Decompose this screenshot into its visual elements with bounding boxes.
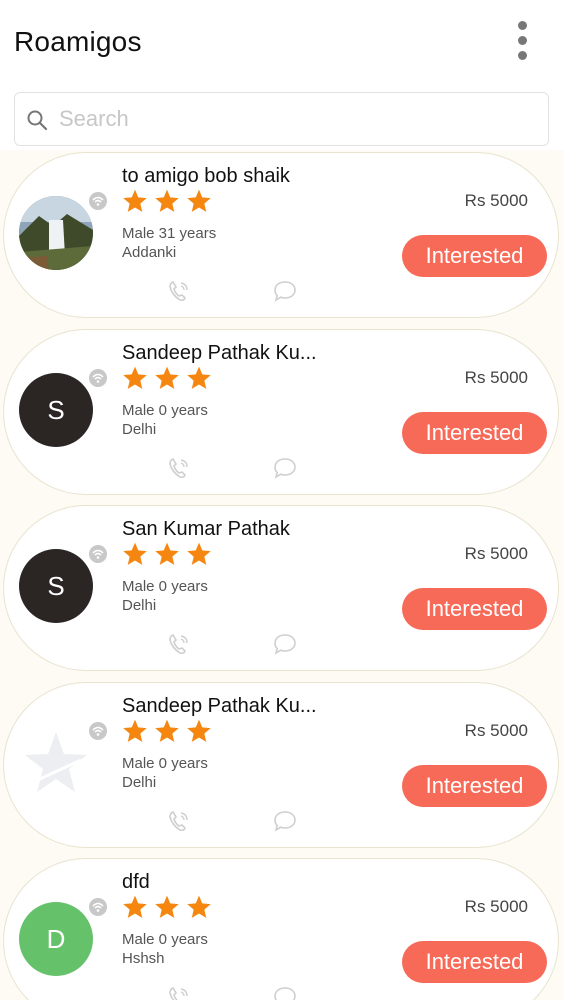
- interested-button[interactable]: Interested: [402, 588, 547, 630]
- call-icon[interactable]: [166, 455, 192, 481]
- avatar: D: [19, 902, 93, 976]
- star-icon: [123, 719, 147, 742]
- amigo-card[interactable]: Sandeep Pathak Ku... Male 0 years Delhi …: [3, 682, 559, 848]
- price: Rs 5000: [464, 368, 528, 387]
- interested-button[interactable]: Interested: [402, 235, 547, 277]
- chat-icon[interactable]: [272, 632, 298, 656]
- app-bar: Roamigos: [0, 0, 563, 88]
- amigo-name: Sandeep Pathak Ku...: [122, 695, 317, 717]
- more-vert-icon[interactable]: [506, 18, 538, 62]
- star-icon: [123, 895, 147, 918]
- rating-stars: [122, 188, 212, 214]
- chat-icon[interactable]: [272, 985, 298, 1000]
- rating-stars: [122, 365, 212, 391]
- search-input[interactable]: [59, 101, 529, 137]
- amigo-name: to amigo bob shaik: [122, 165, 290, 187]
- wifi-icon: [89, 722, 107, 740]
- gender-age: Male 0 years: [122, 578, 208, 595]
- interested-button[interactable]: Interested: [402, 941, 547, 983]
- avatar: [19, 196, 93, 270]
- wifi-icon: [89, 369, 107, 387]
- avatar-placeholder: [19, 726, 93, 800]
- interested-button[interactable]: Interested: [402, 765, 547, 807]
- interested-button[interactable]: Interested: [402, 412, 547, 454]
- wifi-icon: [89, 192, 107, 210]
- amigo-card[interactable]: D dfd Male 0 years Hshsh Rs 5000 Interes…: [3, 858, 559, 1000]
- star-icon: [123, 366, 147, 389]
- star-placeholder-icon: [25, 732, 87, 792]
- star-icon: [187, 895, 211, 918]
- call-icon[interactable]: [166, 808, 192, 834]
- amigo-name: Sandeep Pathak Ku...: [122, 342, 317, 364]
- rating-stars: [122, 718, 212, 744]
- star-icon: [187, 542, 211, 565]
- location: Delhi: [122, 774, 157, 791]
- amigo-card[interactable]: S San Kumar Pathak Male 0 years Delhi Rs…: [3, 505, 559, 671]
- app-title: Roamigos: [14, 26, 142, 57]
- star-icon: [123, 189, 147, 212]
- call-icon[interactable]: [166, 984, 192, 1000]
- search-box[interactable]: [14, 92, 549, 146]
- call-icon[interactable]: [166, 631, 192, 657]
- star-icon: [187, 366, 211, 389]
- star-icon: [155, 366, 179, 389]
- chat-icon[interactable]: [272, 809, 298, 833]
- avatar: S: [19, 373, 93, 447]
- star-icon: [155, 542, 179, 565]
- search-icon: [27, 110, 48, 131]
- amigo-name: San Kumar Pathak: [122, 518, 290, 540]
- star-icon: [123, 542, 147, 565]
- call-icon[interactable]: [166, 278, 192, 304]
- star-icon: [155, 719, 179, 742]
- location: Hshsh: [122, 950, 165, 967]
- amigo-card[interactable]: to amigo bob shaik Male 31 years Addanki…: [3, 152, 559, 318]
- price: Rs 5000: [464, 544, 528, 563]
- wifi-icon: [89, 898, 107, 916]
- chat-icon[interactable]: [272, 279, 298, 303]
- search-bar: [0, 88, 563, 150]
- gender-age: Male 0 years: [122, 931, 208, 948]
- gender-age: Male 0 years: [122, 755, 208, 772]
- amigo-list: to amigo bob shaik Male 31 years Addanki…: [0, 150, 563, 1000]
- star-icon: [187, 719, 211, 742]
- star-icon: [187, 189, 211, 212]
- location: Delhi: [122, 597, 157, 614]
- amigo-name: dfd: [122, 871, 150, 893]
- chat-icon[interactable]: [272, 456, 298, 480]
- location: Addanki: [122, 244, 177, 261]
- gender-age: Male 31 years: [122, 225, 217, 242]
- price: Rs 5000: [464, 191, 528, 210]
- wifi-icon: [89, 545, 107, 563]
- rating-stars: [122, 541, 212, 567]
- star-icon: [155, 895, 179, 918]
- price: Rs 5000: [464, 897, 528, 916]
- gender-age: Male 0 years: [122, 402, 208, 419]
- location: Delhi: [122, 421, 157, 438]
- avatar: S: [19, 549, 93, 623]
- amigo-card[interactable]: S Sandeep Pathak Ku... Male 0 years Delh…: [3, 329, 559, 495]
- rating-stars: [122, 894, 212, 920]
- price: Rs 5000: [464, 721, 528, 740]
- star-icon: [155, 189, 179, 212]
